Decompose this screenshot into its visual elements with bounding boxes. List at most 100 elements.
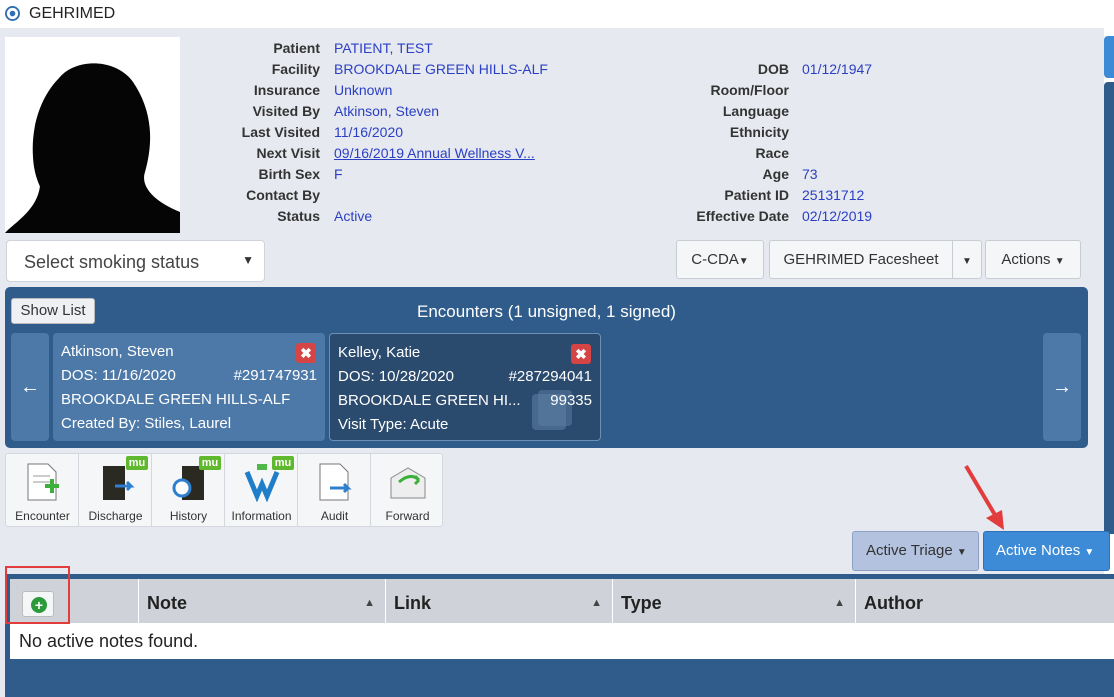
encounter-visit-type: Visit Type: Acute: [338, 416, 449, 433]
column-label: Note: [147, 593, 187, 613]
info-label: Patient: [273, 40, 320, 56]
caret-down-icon: ▼: [1084, 547, 1095, 558]
info-value: 73: [802, 166, 818, 182]
caret-down-icon: ▼: [738, 256, 749, 267]
encounter-dos: DOS: 10/28/2020: [338, 368, 454, 385]
info-label: DOB: [757, 61, 789, 77]
info-label: Ethnicity: [729, 124, 789, 140]
annotation-arrow-icon: [964, 464, 1004, 530]
information-tool-button[interactable]: mu Information: [225, 454, 298, 526]
info-label: Patient ID: [724, 187, 789, 203]
column-header-type[interactable]: Type▲▼: [612, 579, 855, 657]
caret-down-icon: ▼: [1054, 256, 1065, 267]
info-value: 01/12/1947: [802, 61, 873, 77]
column-header-link[interactable]: Link▲▼: [385, 579, 612, 657]
mu-badge: mu: [126, 456, 148, 470]
encounter-number: #291747931: [233, 367, 317, 384]
window-title: GEHRIMED: [29, 5, 116, 22]
encounter-code: 99335: [550, 392, 592, 409]
info-label: Race: [755, 145, 789, 161]
close-icon[interactable]: ✖: [296, 343, 316, 363]
annotation-highlight-box: [5, 566, 70, 624]
info-value: 11/16/2020: [334, 124, 404, 140]
info-label: Facility: [271, 61, 320, 77]
close-icon[interactable]: ✖: [571, 344, 591, 364]
notes-table-panel: + Note▲▼ Link▲▼ Type▲▼ Author No active …: [5, 574, 1114, 697]
next-visit-link[interactable]: 09/16/2019 Annual Wellness V...: [334, 144, 535, 162]
forward-envelope-icon: [390, 467, 426, 499]
facesheet-label: GEHRIMED Facesheet: [783, 251, 939, 268]
discharge-tool-button[interactable]: mu Discharge: [79, 454, 152, 526]
arrow-right-icon[interactable]: →: [1043, 333, 1081, 441]
tool-label: Discharge: [88, 509, 143, 523]
caret-down-icon: ▼: [962, 256, 972, 267]
info-value: Active: [334, 208, 373, 224]
facesheet-dropdown-button[interactable]: ▼: [952, 240, 982, 279]
arrow-left-icon[interactable]: ←: [11, 333, 49, 441]
notes-empty-message: No active notes found.: [10, 623, 1114, 659]
notes-table-header: + Note▲▼ Link▲▼ Type▲▼ Author: [10, 579, 1114, 657]
info-label: Age: [762, 166, 789, 182]
actions-label: Actions: [1001, 251, 1051, 268]
info-value: PATIENT, TEST: [334, 40, 433, 56]
info-label: Birth Sex: [258, 166, 320, 182]
info-label: Room/Floor: [710, 82, 789, 98]
info-value: Unknown: [334, 82, 393, 98]
encounter-dos: DOS: 11/16/2020: [61, 367, 176, 384]
smoking-status-placeholder: Select smoking status: [24, 252, 200, 272]
history-tool-button[interactable]: mu History: [152, 454, 225, 526]
info-label: Insurance: [253, 82, 320, 98]
column-header-author[interactable]: Author: [855, 579, 1114, 623]
encounter-number: #287294041: [508, 368, 592, 385]
encounter-provider: Kelley, Katie: [338, 344, 421, 361]
encounter-facility: BROOKDALE GREEN HI...: [338, 392, 521, 409]
encounter-provider: Atkinson, Steven: [61, 343, 174, 360]
tool-label: Information: [231, 509, 292, 523]
info-label: Status: [277, 208, 320, 224]
encounter-card[interactable]: Kelley, Katie ✖ DOS: 10/28/2020 #2872940…: [329, 333, 601, 441]
column-header-note[interactable]: Note▲▼: [138, 579, 385, 657]
patient-photo: [5, 37, 180, 233]
info-label: Visited By: [252, 103, 320, 119]
smoking-status-select[interactable]: Select smoking status ▼: [6, 240, 265, 282]
silhouette-avatar-icon: [5, 63, 180, 233]
encounters-panel: Show List Encounters (1 unsigned, 1 sign…: [5, 287, 1088, 448]
caret-down-icon: ▼: [956, 547, 967, 558]
mu-badge: mu: [272, 456, 294, 470]
ccda-label: C-CDA: [691, 251, 739, 268]
tool-label: Audit: [320, 509, 349, 523]
active-notes-button[interactable]: Active Notes ▼: [983, 531, 1110, 571]
info-label: Contact By: [246, 187, 320, 203]
ccda-button[interactable]: C-CDA▼: [676, 240, 764, 279]
tool-label: History: [169, 509, 208, 523]
active-notes-label: Active Notes: [996, 542, 1081, 559]
info-value: 02/12/2019: [802, 208, 873, 224]
encounter-facility: BROOKDALE GREEN HILLS-ALF: [61, 391, 291, 408]
title-bar: GEHRIMED: [0, 0, 1114, 28]
chevron-down-icon: ▼: [242, 253, 254, 267]
right-side-panel: [1104, 82, 1114, 534]
column-label: Link: [394, 593, 432, 613]
encounter-toolbar: Encounter mu Discharge mu History mu Inf…: [5, 453, 443, 527]
column-label: Type: [621, 593, 662, 613]
active-triage-label: Active Triage: [866, 542, 953, 559]
info-label: Effective Date: [696, 208, 789, 224]
forward-tool-button[interactable]: Forward: [371, 454, 444, 526]
info-value: BROOKDALE GREEN HILLS-ALF: [334, 61, 548, 77]
encounter-tool-button[interactable]: Encounter: [6, 454, 79, 526]
active-triage-button[interactable]: Active Triage ▼: [852, 531, 979, 571]
audit-document-icon: [319, 463, 352, 501]
audit-tool-button[interactable]: Audit: [298, 454, 371, 526]
info-label: Next Visit: [256, 145, 320, 161]
tool-label: Forward: [385, 509, 430, 523]
actions-button[interactable]: Actions ▼: [985, 240, 1081, 279]
facesheet-button[interactable]: GEHRIMED Facesheet: [769, 240, 953, 279]
info-value: Atkinson, Steven: [334, 103, 440, 119]
tool-label: Encounter: [15, 509, 70, 523]
info-value: F: [334, 166, 343, 182]
app-logo-icon: [5, 6, 20, 21]
encounters-title: Encounters (1 unsigned, 1 signed): [417, 302, 676, 321]
right-tab-button[interactable]: [1104, 36, 1114, 78]
info-label: Language: [722, 103, 789, 119]
encounter-card[interactable]: Atkinson, Steven ✖ DOS: 11/16/2020 #2917…: [53, 333, 325, 441]
